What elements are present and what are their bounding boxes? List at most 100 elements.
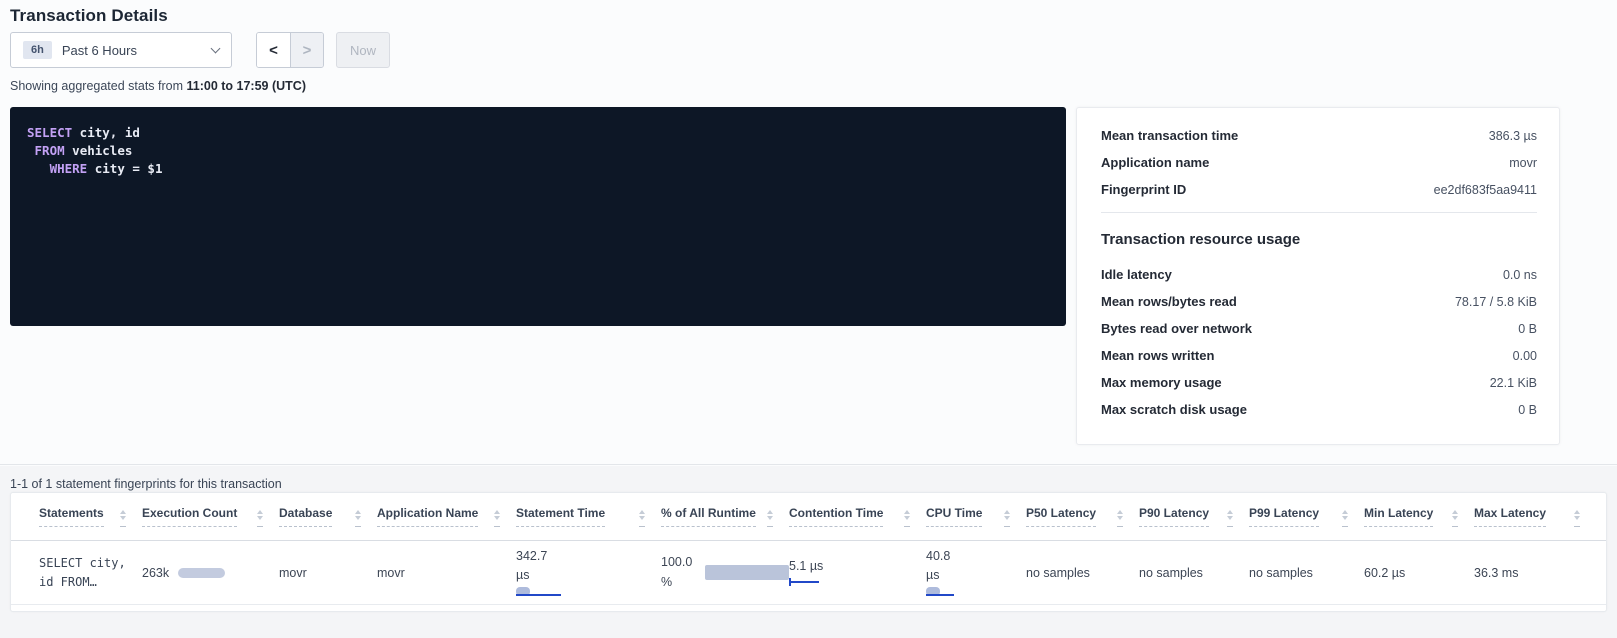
sort-icon [1574, 510, 1580, 527]
aggregated-stats-caption: Showing aggregated stats from 11:00 to 1… [10, 79, 306, 93]
summary-value: 22.1 KiB [1490, 376, 1537, 391]
column-header-statement-time[interactable]: Statement Time [516, 506, 661, 527]
summary-row: Max memory usage 22.1 KiB [1101, 375, 1537, 391]
pct-runtime-value: 100.0 % [661, 553, 697, 592]
column-header-contention-time[interactable]: Contention Time [789, 506, 926, 527]
next-time-button[interactable]: > [290, 33, 323, 67]
summary-row: Application name movr [1101, 155, 1537, 171]
transaction-details-section: Transaction Details 6h Past 6 Hours < > … [0, 0, 1617, 465]
column-header-p99-latency[interactable]: P99 Latency [1249, 506, 1364, 527]
summary-value: ee2df683f5aa9411 [1434, 183, 1537, 198]
sql-query-box: SELECT city, id FROM vehicles WHERE city… [10, 107, 1066, 326]
page-title: Transaction Details [10, 6, 168, 26]
summary-label: Mean rows/bytes read [1101, 294, 1237, 309]
sort-icon [257, 510, 263, 527]
summary-row: Max scratch disk usage 0 B [1101, 402, 1537, 418]
summary-value: 386.3 µs [1489, 129, 1537, 144]
caption-prefix: Showing aggregated stats from [10, 79, 187, 93]
summary-label: Max memory usage [1101, 375, 1222, 390]
cell-statement: SELECT city, id FROM… [39, 554, 142, 592]
sort-icon [494, 510, 500, 527]
caption-time-range: 11:00 to 17:59 (UTC) [187, 79, 306, 93]
cell-p90-latency: no samples [1139, 566, 1249, 580]
summary-value: movr [1509, 156, 1537, 171]
sort-icon [767, 510, 773, 527]
cell-statement-time: 342.7 µs [516, 547, 661, 599]
cell-p99-latency: no samples [1249, 566, 1364, 580]
summary-label: Fingerprint ID [1101, 182, 1186, 197]
prev-time-button[interactable]: < [257, 33, 290, 67]
sort-icon [120, 510, 126, 527]
cell-max-latency: 36.3 ms [1474, 566, 1596, 580]
column-header-statements[interactable]: Statements [39, 506, 142, 527]
cpu-time-bar-chart [926, 587, 976, 598]
summary-row: Mean rows/bytes read 78.17 / 5.8 KiB [1101, 294, 1537, 310]
column-header-execution-count[interactable]: Execution Count [142, 506, 279, 527]
statements-table-header: Statements Execution Count Database Appl… [11, 493, 1606, 541]
column-header-min-latency[interactable]: Min Latency [1364, 506, 1474, 527]
column-header-application-name[interactable]: Application Name [377, 506, 516, 527]
summary-label: Bytes read over network [1101, 321, 1252, 336]
sort-icon [1117, 510, 1123, 527]
sort-icon [1452, 510, 1458, 527]
summary-row: Fingerprint ID ee2df683f5aa9411 [1101, 182, 1537, 198]
summary-value: 0.00 [1513, 349, 1537, 364]
statement-time-value: 342.7 µs [516, 547, 564, 586]
summary-row: Bytes read over network 0 B [1101, 321, 1537, 337]
sort-icon [1227, 510, 1233, 527]
column-header-pct-runtime[interactable]: % of All Runtime [661, 506, 789, 527]
cell-contention-time: 5.1 µs [789, 559, 926, 587]
execution-count-value: 263k [142, 566, 169, 580]
statements-count-caption: 1-1 of 1 statement fingerprints for this… [10, 477, 282, 491]
cell-p50-latency: no samples [1026, 566, 1139, 580]
sql-line: FROM vehicles [27, 142, 1066, 160]
cell-cpu-time: 40.8 µs [926, 547, 1026, 599]
summary-row: Mean transaction time 386.3 µs [1101, 128, 1537, 144]
cell-pct-runtime: 100.0 % [661, 553, 789, 592]
contention-time-value: 5.1 µs [789, 559, 926, 573]
time-range-label: Past 6 Hours [62, 43, 212, 58]
time-range-badge: 6h [23, 41, 52, 59]
column-header-max-latency[interactable]: Max Latency [1474, 506, 1596, 527]
summary-value: 0.0 ns [1503, 268, 1537, 283]
sort-icon [904, 510, 910, 527]
summary-value: 0 B [1518, 403, 1537, 418]
transaction-summary-card: Mean transaction time 386.3 µs Applicati… [1076, 107, 1560, 445]
time-nav-group: < > [256, 32, 324, 68]
cell-application-name: movr [377, 566, 516, 580]
summary-row: Mean rows written 0.00 [1101, 348, 1537, 364]
summary-divider [1101, 212, 1537, 213]
summary-value: 0 B [1518, 322, 1537, 337]
summary-label: Application name [1101, 155, 1209, 170]
summary-label: Max scratch disk usage [1101, 402, 1247, 417]
summary-label: Mean transaction time [1101, 128, 1238, 143]
statements-table-card: Statements Execution Count Database Appl… [10, 492, 1607, 612]
time-range-dropdown[interactable]: 6h Past 6 Hours [10, 32, 232, 68]
sort-icon [1342, 510, 1348, 527]
cell-database: movr [279, 566, 377, 580]
column-header-p50-latency[interactable]: P50 Latency [1026, 506, 1139, 527]
statement-link[interactable]: SELECT city, id FROM… [39, 554, 139, 592]
now-button[interactable]: Now [336, 32, 390, 68]
sort-icon [1004, 510, 1010, 527]
statements-section: 1-1 of 1 statement fingerprints for this… [0, 466, 1617, 638]
column-header-p90-latency[interactable]: P90 Latency [1139, 506, 1249, 527]
time-controls: 6h Past 6 Hours < > Now [10, 32, 390, 68]
column-header-cpu-time[interactable]: CPU Time [926, 506, 1026, 527]
summary-label: Mean rows written [1101, 348, 1214, 363]
cpu-time-value: 40.8 µs [926, 547, 966, 586]
pct-runtime-bar [705, 565, 789, 580]
column-header-database[interactable]: Database [279, 506, 377, 527]
statement-table-row: SELECT city, id FROM… 263k movr movr 342… [11, 541, 1606, 605]
summary-row: Idle latency 0.0 ns [1101, 267, 1537, 283]
sort-icon [639, 510, 645, 527]
resource-usage-title: Transaction resource usage [1101, 231, 1537, 248]
chevron-down-icon [211, 43, 221, 53]
summary-label: Idle latency [1101, 267, 1172, 282]
sql-line: SELECT city, id [27, 124, 1066, 142]
cell-min-latency: 60.2 µs [1364, 566, 1474, 580]
cell-execution-count: 263k [142, 566, 279, 580]
execution-count-bar [178, 568, 225, 578]
sql-line: WHERE city = $1 [27, 160, 1066, 178]
summary-value: 78.17 / 5.8 KiB [1455, 295, 1537, 310]
